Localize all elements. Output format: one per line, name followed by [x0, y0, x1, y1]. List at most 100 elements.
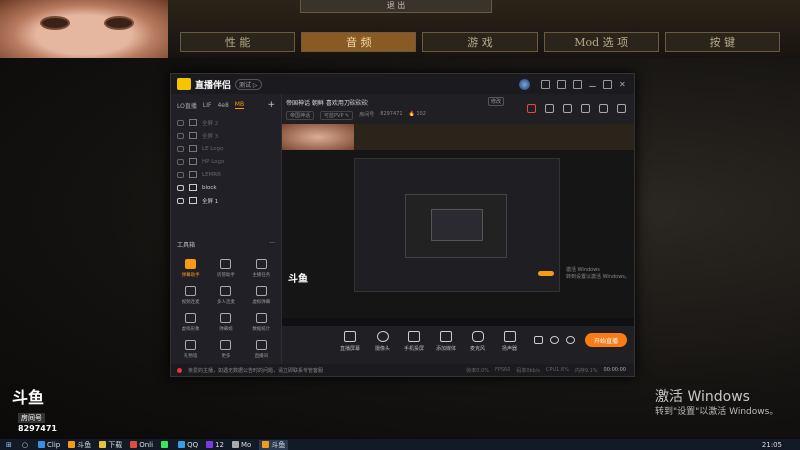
source-item[interactable]: 全屏 3 [171, 129, 281, 142]
app-icon [37, 441, 45, 448]
gift-icon [185, 340, 197, 350]
eye-icon[interactable] [177, 171, 184, 178]
avatar-icon [185, 313, 197, 323]
lock-icon[interactable] [189, 132, 197, 139]
eye-icon[interactable] [550, 336, 559, 344]
eye-icon[interactable] [177, 197, 184, 204]
record-video-icon[interactable] [534, 336, 543, 344]
maximize-icon[interactable] [603, 79, 612, 89]
room-category[interactable]: 帝国神话 [286, 111, 315, 120]
start-icon[interactable]: ⊞ [6, 441, 12, 449]
tool-streamer-tasks[interactable]: 主播任务 [244, 259, 279, 278]
game-tab-mod-options[interactable]: Mod 选 项 [543, 32, 659, 52]
scene-tab-lif[interactable]: LIF [203, 102, 212, 109]
tool-danmu-assistant[interactable]: 弹幕助手 [173, 259, 208, 278]
scene-tab-mb[interactable]: MB [234, 101, 245, 109]
layout-icon[interactable] [563, 104, 572, 113]
taskbar-item[interactable] [161, 441, 170, 448]
lock-icon[interactable] [189, 171, 197, 178]
taskbar-item[interactable]: Clip [37, 441, 60, 449]
taskbar-item[interactable]: 斗鱼 [68, 440, 91, 450]
menu-icon[interactable] [573, 79, 582, 89]
scene-tab-lo[interactable]: LO直播 [177, 101, 197, 110]
speaker-button[interactable]: 扬声器 [502, 331, 517, 352]
settings-icon[interactable] [557, 79, 566, 89]
lock-icon[interactable] [189, 197, 197, 204]
minimize-icon[interactable] [589, 82, 596, 87]
source-item[interactable]: 全屏 2 [171, 116, 281, 129]
taskbar-item[interactable]: Onli [130, 441, 153, 449]
edit-title-button[interactable]: 修改 [488, 97, 505, 106]
screen-capture-button[interactable]: 直播屏幕 [340, 331, 360, 352]
game-tab-performance[interactable]: 性 能 [180, 32, 296, 52]
game-exit-box[interactable]: 退 出 [300, 0, 492, 13]
room-subcategory[interactable]: 可蓝PVP ✎ [320, 111, 354, 120]
source-item[interactable]: LE Logo [171, 142, 281, 155]
add-scene-button[interactable]: + [267, 100, 275, 110]
taskbar-item[interactable]: QQ [178, 441, 198, 449]
tool-more[interactable]: 更多 [208, 340, 243, 359]
source-item[interactable]: block [171, 181, 281, 194]
lock-icon[interactable] [189, 158, 197, 165]
tool-room-admin[interactable]: 房管助手 [208, 259, 243, 278]
scene-tab-4e8[interactable]: 4e8 [217, 102, 228, 109]
tool-room[interactable]: 直播间 [244, 340, 279, 359]
game-tab-audio[interactable]: 音 频 [301, 32, 417, 52]
douyu-icon [262, 441, 270, 448]
eye-icon[interactable] [177, 184, 184, 191]
share-icon[interactable] [617, 104, 626, 113]
room-meta: 帝国神话 可蓝PVP ✎ 房间号 8297471 🔥 102 [286, 111, 426, 120]
source-list: 全屏 2 全屏 3 LE Logo HP Logo LEMRR block 全屏… [171, 116, 281, 207]
stat-drop: 帧率0.0% [466, 367, 489, 374]
lock-icon[interactable] [189, 184, 197, 191]
lock-icon[interactable] [545, 104, 554, 113]
taskbar-clock[interactable]: 21:05 [762, 441, 782, 449]
room-heat: 🔥 102 [408, 111, 426, 117]
eye-icon[interactable] [177, 119, 184, 126]
add-media-button[interactable]: 添加媒体 [436, 331, 456, 352]
taskbar-item-active[interactable]: 斗鱼 [259, 439, 289, 450]
admin-icon [220, 259, 232, 269]
tool-virtual-avatar[interactable]: 虚拟形象 [173, 313, 208, 332]
search-icon[interactable]: ○ [22, 441, 28, 449]
taskbar-item[interactable]: 12 [206, 441, 224, 449]
tool-data-stats[interactable]: 数据统计 [244, 313, 279, 332]
app-test-badge[interactable]: 测试 ▷ [235, 78, 262, 90]
grid-icon[interactable] [581, 104, 590, 113]
toolbox-more-button[interactable]: ··· [269, 240, 275, 249]
tool-video-link[interactable]: 视频连麦 [173, 286, 208, 305]
stream-timer: 00:00:00 [603, 367, 626, 373]
tool-gift-wall[interactable]: 礼物墙 [173, 340, 208, 359]
source-item[interactable]: HP Logo [171, 155, 281, 168]
settings-gear-icon[interactable] [566, 336, 575, 344]
skin-icon[interactable] [541, 79, 550, 89]
stream-preview[interactable]: 斗鱼 激活 Windows 转到设置以激活 Windows。 [282, 124, 634, 326]
close-icon[interactable]: ✕ [619, 80, 626, 88]
tool-danmu-ji[interactable]: 弹幕姬 [208, 313, 243, 332]
live-companion-window: 直播伴侣 测试 ▷ ✕ LO直播 LIF 4e8 MB + 全屏 2 全屏 3 … [170, 73, 635, 377]
source-item[interactable]: LEMRR [171, 168, 281, 181]
phone-cast-button[interactable]: 手机投屏 [404, 331, 424, 352]
eye-icon[interactable] [177, 132, 184, 139]
tool-multi-link[interactable]: 多人连麦 [208, 286, 243, 305]
lock-icon[interactable] [189, 119, 197, 126]
folder-icon [99, 441, 107, 448]
go-live-button[interactable]: 开始直播 [585, 333, 627, 347]
tool-virtual-danmu[interactable]: 虚拟弹幕 [244, 286, 279, 305]
eye-icon[interactable] [177, 158, 184, 165]
microphone-button[interactable]: 麦克风 [470, 331, 485, 352]
speaker-icon [503, 331, 516, 342]
eye-icon[interactable] [177, 145, 184, 152]
preview-go-live-button [538, 271, 554, 276]
taskbar-item[interactable]: 下载 [99, 440, 122, 450]
user-avatar[interactable] [519, 78, 530, 90]
record-icon[interactable] [527, 104, 536, 113]
source-item[interactable]: 全屏 1 [171, 194, 281, 207]
alert-icon [177, 367, 182, 373]
lock-icon[interactable] [189, 145, 197, 152]
game-tab-game[interactable]: 游 戏 [422, 32, 538, 52]
taskbar-item[interactable]: Mo [232, 441, 251, 449]
camera-button[interactable]: 摄像头 [375, 331, 390, 352]
game-tab-keybinds[interactable]: 按 键 [664, 32, 781, 52]
bell-icon[interactable] [599, 104, 608, 113]
